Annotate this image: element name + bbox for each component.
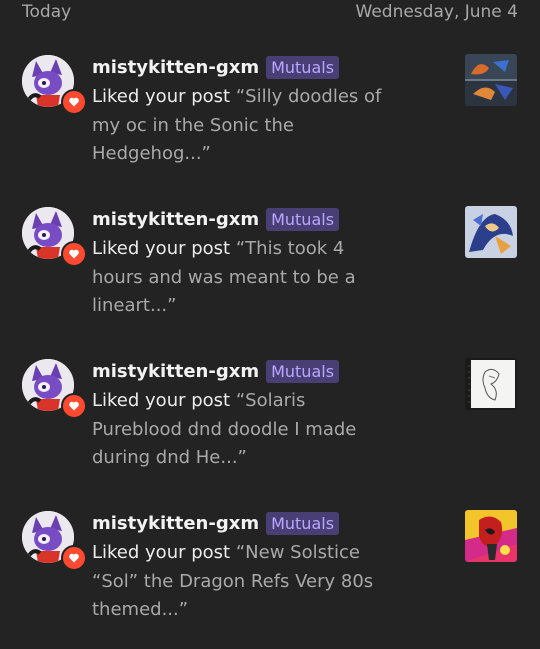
notification-item[interactable]: mistykitten-gxm Mutuals Liked your post … — [0, 52, 540, 192]
post-quote-line: “Silly doodles of — [235, 86, 382, 107]
post-quote-line: themed...” — [92, 599, 189, 620]
post-thumbnail[interactable] — [465, 206, 517, 258]
post-quote-line: Pureblood dnd doodle I made — [92, 418, 357, 440]
heart-icon — [61, 545, 87, 571]
action-text: Liked your post — [92, 86, 231, 107]
username-link[interactable]: mistykitten-gxm — [92, 513, 259, 534]
heart-icon — [61, 241, 87, 267]
notification-text[interactable]: Liked your post “This took 4 hours and w… — [92, 235, 422, 321]
post-quote-line: Hedgehog...” — [92, 143, 211, 164]
notification-text[interactable]: Liked your post “Solaris Pureblood dnd d… — [92, 387, 422, 473]
post-quote-line: my oc in the Sonic the — [92, 114, 294, 136]
notification-text[interactable]: Liked your post “New Solstice “Sol” the … — [92, 539, 422, 625]
username-link[interactable]: mistykitten-gxm — [92, 361, 259, 382]
post-quote-line: during dnd He...” — [92, 447, 247, 468]
username-link[interactable]: mistykitten-gxm — [92, 57, 259, 78]
date-header: Today Wednesday, June 4 — [0, 0, 540, 30]
action-text: Liked your post — [92, 390, 231, 411]
post-quote-line: “Solaris — [235, 390, 306, 411]
heart-icon — [61, 393, 87, 419]
post-quote-line: hours and was meant to be a — [92, 266, 356, 288]
action-text: Liked your post — [92, 542, 231, 563]
date-label-today: Today — [22, 2, 72, 22]
heart-icon — [61, 89, 87, 115]
mutuals-badge: Mutuals — [266, 207, 340, 231]
mutuals-badge: Mutuals — [266, 55, 340, 79]
mutuals-badge: Mutuals — [266, 359, 340, 383]
mutuals-badge: Mutuals — [266, 511, 340, 535]
post-thumbnail[interactable] — [465, 510, 517, 562]
post-quote-line: “This took 4 — [235, 238, 345, 259]
post-quote-line: “New Solstice — [235, 542, 360, 563]
post-quote-line: lineart...” — [92, 295, 177, 316]
action-text: Liked your post — [92, 238, 231, 259]
notification-text[interactable]: Liked your post “Silly doodles of my oc … — [92, 83, 422, 169]
notification-item[interactable]: mistykitten-gxm Mutuals Liked your post … — [0, 204, 540, 344]
notification-item[interactable]: mistykitten-gxm Mutuals Liked your post … — [0, 356, 540, 496]
notification-item[interactable]: mistykitten-gxm Mutuals Liked your post … — [0, 508, 540, 648]
post-quote-line: “Sol” the Dragon Refs Very 80s — [92, 570, 374, 592]
post-thumbnail[interactable] — [465, 54, 517, 106]
date-label-full: Wednesday, June 4 — [355, 2, 518, 22]
username-link[interactable]: mistykitten-gxm — [92, 209, 259, 230]
post-thumbnail[interactable] — [465, 358, 517, 410]
